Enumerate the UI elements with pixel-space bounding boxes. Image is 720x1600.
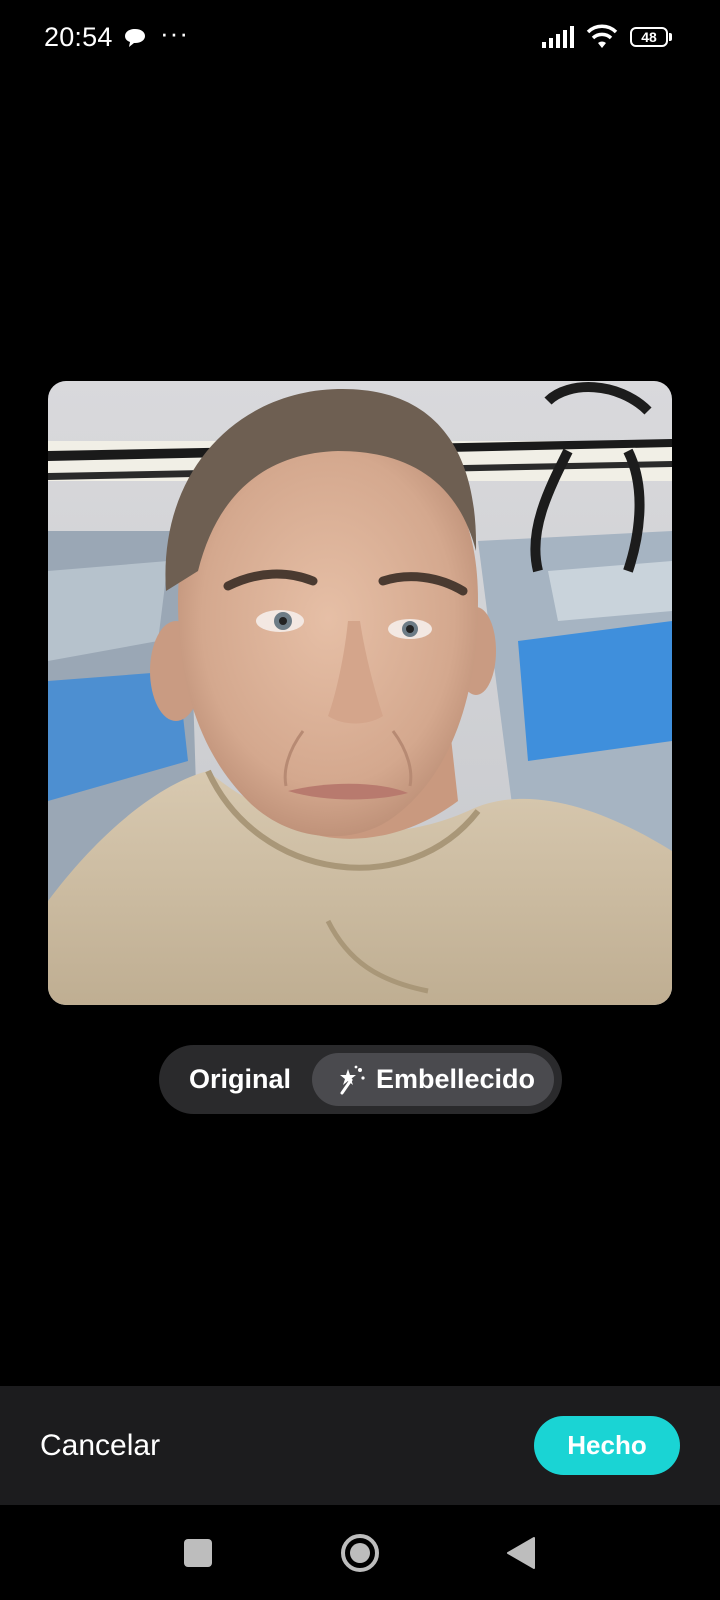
battery-level: 48 <box>641 29 657 45</box>
battery-indicator: 48 <box>630 27 672 49</box>
bottom-action-bar: Cancelar Hecho <box>0 1386 720 1505</box>
cancel-button[interactable]: Cancelar <box>40 1386 160 1505</box>
portrait-preview-image <box>48 381 672 1005</box>
done-button[interactable]: Hecho <box>534 1416 680 1475</box>
battery-tip <box>669 33 672 41</box>
toggle-embellecido[interactable]: Embellecido <box>312 1053 554 1106</box>
more-notifications-indicator: ··· <box>160 18 189 48</box>
chat-bubble-icon <box>124 28 146 53</box>
toggle-original[interactable]: Original <box>177 1045 303 1114</box>
cellular-signal-icon <box>542 26 578 53</box>
toggle-embellecido-label: Embellecido <box>376 1064 536 1094</box>
home-circle-icon[interactable] <box>340 1533 380 1573</box>
magic-wand-icon <box>336 1065 366 1100</box>
beauty-mode-toggle: Original Embellecido <box>159 1045 562 1114</box>
recents-square-icon[interactable] <box>184 1539 212 1567</box>
status-time: 20:54 <box>44 22 113 52</box>
system-navigation-bar <box>0 1505 720 1600</box>
wifi-icon <box>586 24 618 55</box>
status-bar: 20:54 ··· 48 <box>0 0 720 80</box>
back-triangle-icon[interactable] <box>506 1536 536 1575</box>
